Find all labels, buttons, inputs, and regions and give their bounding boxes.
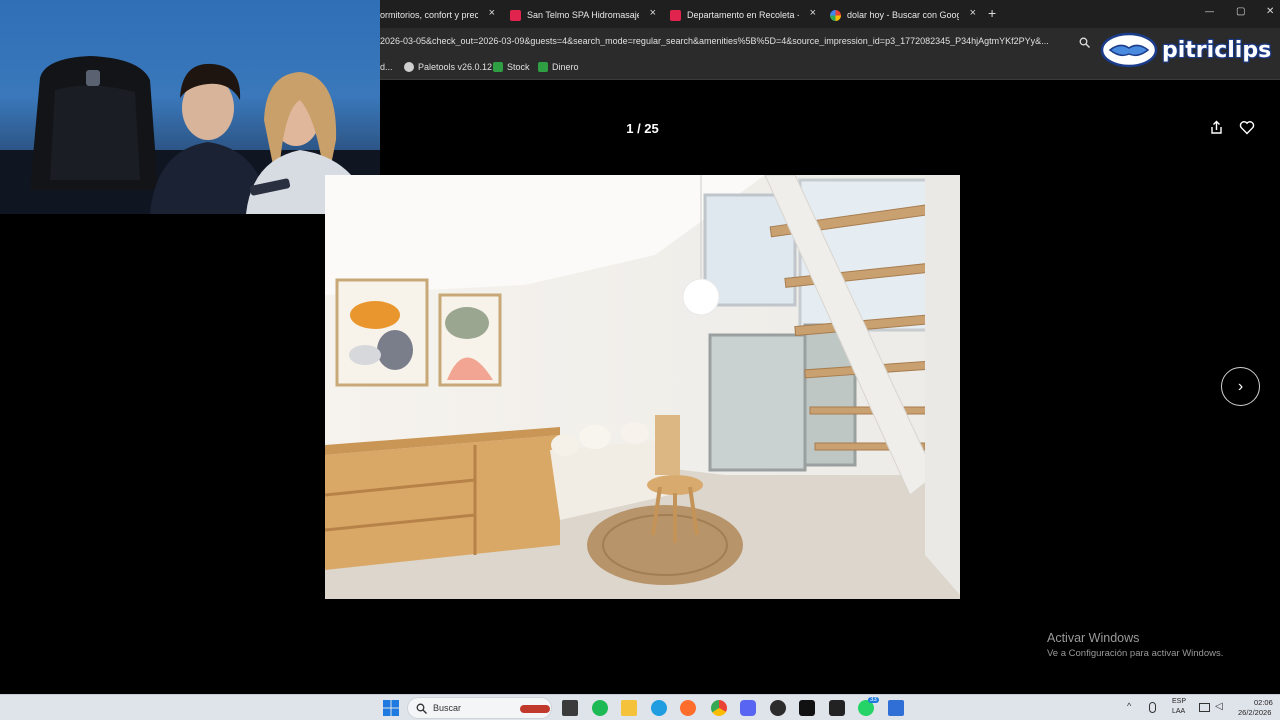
bookmark-label: Stock bbox=[507, 62, 530, 72]
language-indicator[interactable]: ESP bbox=[1172, 698, 1186, 705]
tab-close-icon[interactable]: × bbox=[650, 7, 656, 19]
firefox-icon[interactable] bbox=[680, 700, 696, 716]
tiktok-icon[interactable] bbox=[799, 700, 815, 716]
tab-close-icon[interactable]: × bbox=[489, 7, 495, 19]
new-tab-button[interactable]: + bbox=[988, 5, 996, 21]
app-icon[interactable] bbox=[770, 700, 786, 716]
webcam-image bbox=[0, 56, 380, 214]
chevron-right-icon: › bbox=[1237, 377, 1244, 395]
discord-icon[interactable] bbox=[740, 700, 756, 716]
tab-title: San Telmo SPA Hidromasaje, Sa bbox=[527, 10, 639, 20]
clock-time[interactable]: 02:06 bbox=[1254, 698, 1273, 707]
watermark-text: pitriclips bbox=[1162, 37, 1272, 63]
tab-1[interactable]: ormitorios, confort y precio × bbox=[380, 4, 495, 26]
url-text[interactable]: 2026-03-05&check_out=2026-03-09&guests=4… bbox=[380, 36, 1070, 46]
minimize-button[interactable]: — bbox=[1205, 6, 1214, 16]
maximize-button[interactable]: ▢ bbox=[1236, 6, 1245, 17]
volume-icon[interactable]: ◁ bbox=[1215, 701, 1223, 712]
microphone-icon[interactable] bbox=[1149, 702, 1156, 713]
tab-3[interactable]: Departamento en Recoleta - De × bbox=[670, 4, 816, 26]
spotify-icon[interactable] bbox=[592, 700, 608, 716]
clock-date[interactable]: 26/2/2026 bbox=[1238, 708, 1271, 717]
activate-windows-title: Activar Windows bbox=[1047, 631, 1140, 645]
bookmark-stock[interactable]: Stock bbox=[493, 62, 530, 72]
channel-watermark: pitriclips bbox=[1100, 30, 1271, 70]
zoom-icon[interactable] bbox=[1079, 37, 1090, 48]
sheets-icon bbox=[538, 62, 548, 72]
windows-taskbar: Buscar 33 ^ ESP LAA ◁ 02:06 26/2/2026 bbox=[0, 694, 1280, 720]
airbnb-favicon-icon bbox=[670, 9, 681, 21]
search-icon bbox=[416, 703, 427, 714]
globe-icon bbox=[404, 62, 414, 72]
listing-photo bbox=[325, 175, 960, 599]
file-explorer-icon[interactable] bbox=[621, 700, 637, 716]
google-favicon-icon bbox=[830, 9, 841, 21]
notification-badge: 33 bbox=[868, 697, 879, 703]
keyboard-layout[interactable]: LAA bbox=[1172, 708, 1185, 715]
heart-icon[interactable] bbox=[1239, 120, 1255, 135]
network-icon[interactable] bbox=[1199, 703, 1210, 712]
webcam-overlay bbox=[0, 0, 380, 214]
tab-title: dolar hoy - Buscar con Google bbox=[847, 10, 959, 20]
capcut-icon[interactable] bbox=[829, 700, 845, 716]
bookmark-item[interactable]: d... bbox=[380, 62, 393, 72]
airbnb-favicon-icon bbox=[510, 9, 521, 21]
task-view-icon[interactable] bbox=[562, 700, 578, 716]
tab-close-icon[interactable]: × bbox=[970, 7, 976, 19]
handshake-logo-icon bbox=[1100, 32, 1158, 68]
next-photo-button[interactable]: › bbox=[1221, 367, 1260, 406]
tab-title: Departamento en Recoleta - De bbox=[687, 10, 799, 20]
activate-windows-subtitle: Ve a Configuración para activar Windows. bbox=[1047, 648, 1224, 659]
bookmark-dinero[interactable]: Dinero bbox=[538, 62, 579, 72]
chrome-icon[interactable] bbox=[711, 700, 727, 716]
bookmark-label: d... bbox=[380, 62, 393, 72]
edge-icon[interactable] bbox=[651, 700, 667, 716]
living-room-photo bbox=[325, 175, 960, 599]
tab-4[interactable]: dolar hoy - Buscar con Google × bbox=[830, 4, 976, 26]
windows-start-icon[interactable] bbox=[383, 700, 399, 716]
photo-counter: 1 / 25 bbox=[626, 121, 659, 136]
bookmark-label: Paletools v26.0.12 bbox=[418, 62, 493, 72]
bookmark-paletools[interactable]: Paletools v26.0.12 bbox=[404, 62, 492, 72]
close-window-button[interactable]: ✕ bbox=[1266, 6, 1274, 17]
tab-close-icon[interactable]: × bbox=[810, 7, 816, 19]
sheets-icon bbox=[493, 62, 503, 72]
notepad-icon[interactable] bbox=[888, 700, 904, 716]
tray-overflow-icon[interactable]: ^ bbox=[1127, 701, 1131, 711]
bookmark-label: Dinero bbox=[552, 62, 579, 72]
share-icon[interactable] bbox=[1209, 120, 1224, 135]
tab-2[interactable]: San Telmo SPA Hidromasaje, Sa × bbox=[510, 4, 656, 26]
search-placeholder: Buscar bbox=[433, 703, 462, 713]
taskbar-search[interactable]: Buscar bbox=[407, 697, 552, 719]
search-highlight-icon bbox=[520, 705, 550, 713]
tab-title: ormitorios, confort y precio bbox=[380, 10, 478, 20]
